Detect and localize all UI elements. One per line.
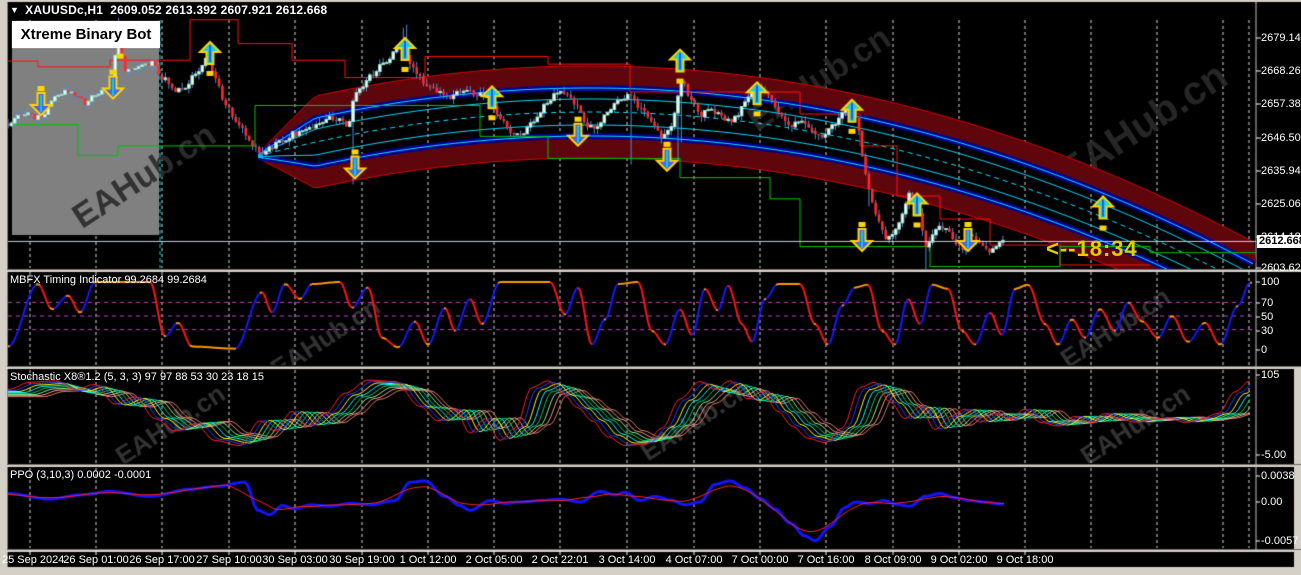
chart-canvas[interactable] [0,0,1301,575]
mt4-chart-window: ▼XAUUSDc,H1 2609.052 2613.392 2607.921 2… [0,0,1301,575]
